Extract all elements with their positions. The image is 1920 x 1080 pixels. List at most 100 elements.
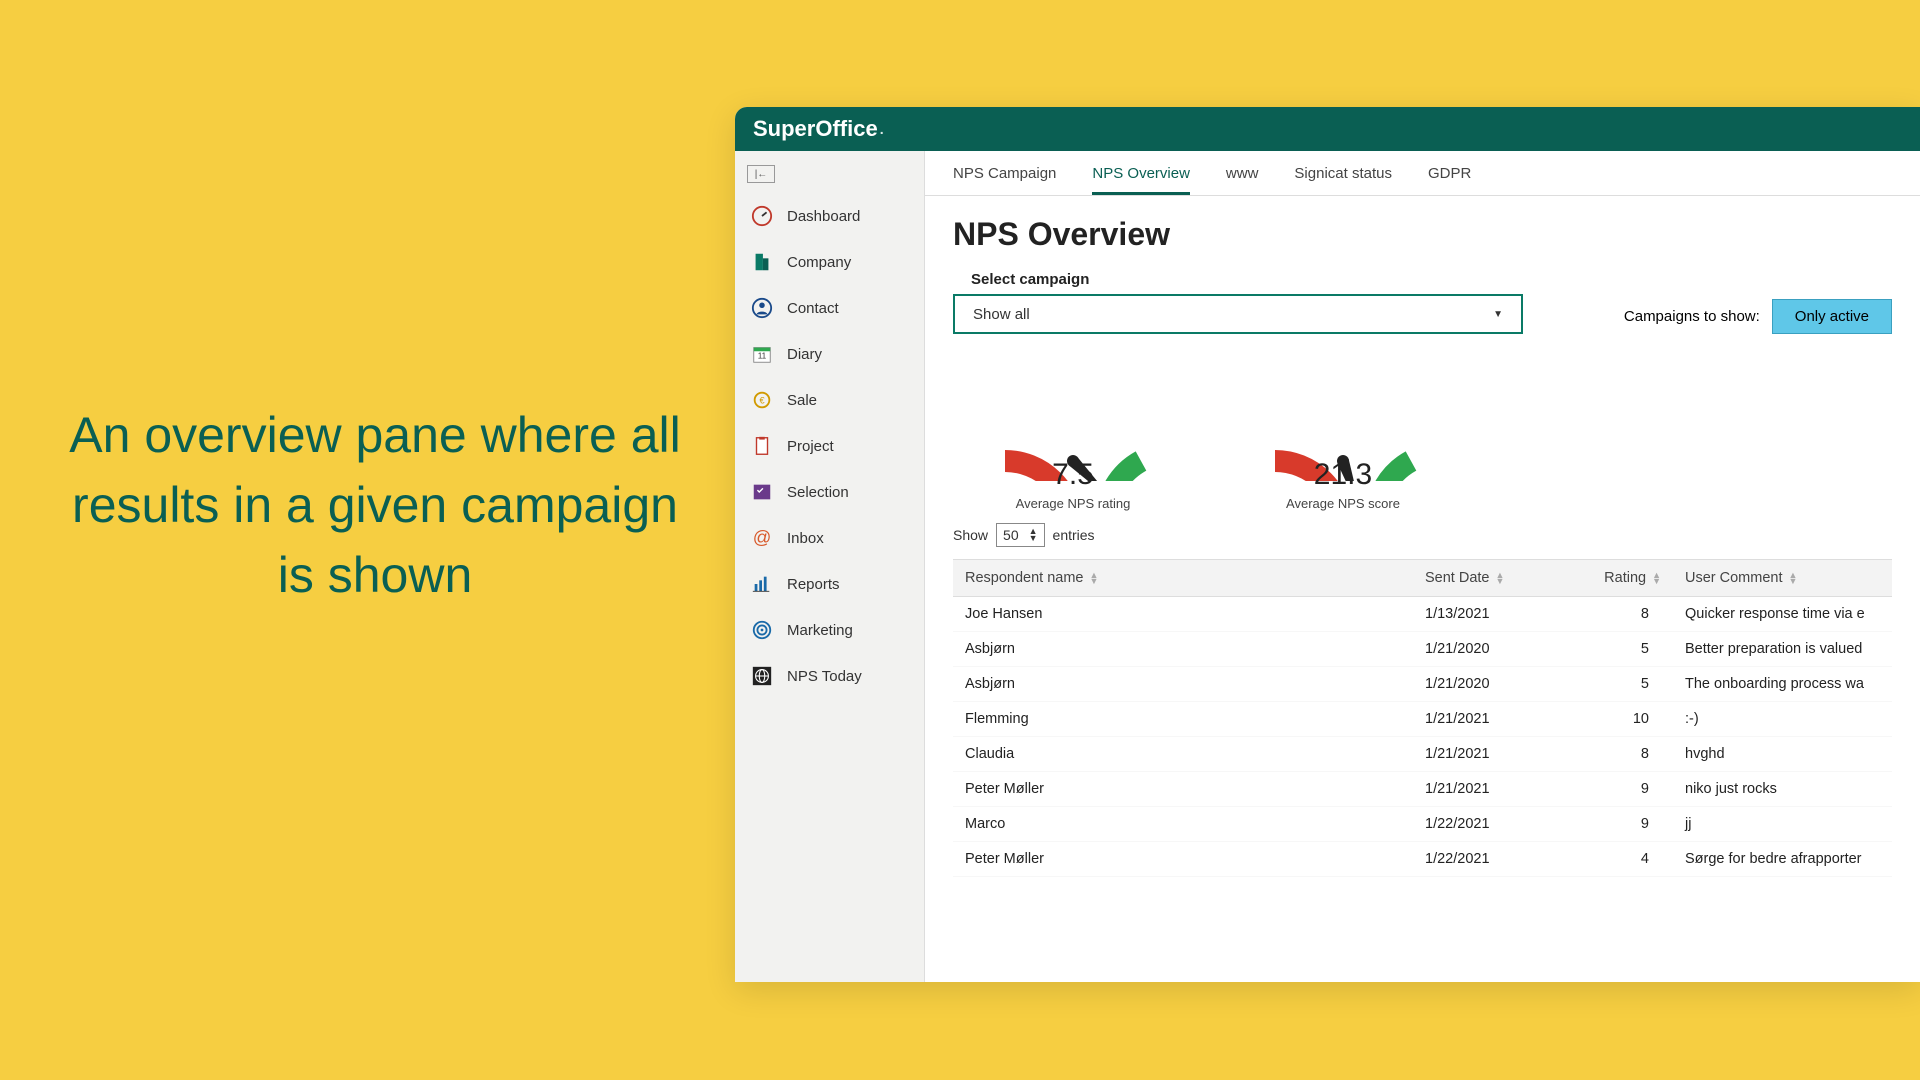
show-entries-prefix: Show xyxy=(953,527,988,543)
calendar-icon: 11 xyxy=(751,343,773,365)
sidebar-item-contact[interactable]: Contact xyxy=(735,285,924,331)
cell-date: 1/21/2020 xyxy=(1413,667,1583,702)
cell-date: 1/22/2021 xyxy=(1413,807,1583,842)
only-active-button[interactable]: Only active xyxy=(1772,299,1892,334)
sidebar-item-inbox[interactable]: @ Inbox xyxy=(735,515,924,561)
cell-comment: hvghd xyxy=(1673,737,1892,772)
column-header-respondent-name[interactable]: Respondent name▲▼ xyxy=(953,560,1413,597)
show-entries-suffix: entries xyxy=(1053,527,1095,543)
cell-comment: Quicker response time via e xyxy=(1673,597,1892,632)
cell-rating: 9 xyxy=(1583,772,1673,807)
cell-name: Asbjørn xyxy=(953,667,1413,702)
gauge-label: Average NPS rating xyxy=(983,496,1163,511)
column-header-rating[interactable]: Rating▲▼ xyxy=(1583,560,1673,597)
sidebar-item-label: Selection xyxy=(787,484,849,501)
cell-name: Flemming xyxy=(953,702,1413,737)
stepper-arrows-icon: ▲▼ xyxy=(1029,528,1038,542)
sidebar: |← Dashboard Company Contact 11 Diary € Sale Pr… xyxy=(735,151,925,982)
cell-date: 1/21/2021 xyxy=(1413,737,1583,772)
sidebar-item-label: Marketing xyxy=(787,622,853,639)
tab-signicat-status[interactable]: Signicat status xyxy=(1294,165,1392,195)
building-icon xyxy=(751,251,773,273)
checklist-icon xyxy=(751,481,773,503)
cell-rating: 9 xyxy=(1583,807,1673,842)
svg-text:@: @ xyxy=(753,527,772,548)
sidebar-item-sale[interactable]: € Sale xyxy=(735,377,924,423)
at-icon: @ xyxy=(751,527,773,549)
sort-icon: ▲▼ xyxy=(1496,572,1505,585)
select-campaign-label: Select campaign xyxy=(971,271,1523,288)
entries-count-select[interactable]: 50 ▲▼ xyxy=(996,523,1045,547)
app-window: SuperOffice. |← Dashboard Company Contact 1… xyxy=(735,107,1920,982)
sidebar-item-dashboard[interactable]: Dashboard xyxy=(735,193,924,239)
sidebar-item-company[interactable]: Company xyxy=(735,239,924,285)
cell-date: 1/21/2021 xyxy=(1413,702,1583,737)
sidebar-item-nps-today[interactable]: NPS Today xyxy=(735,653,924,699)
tab-gdpr[interactable]: GDPR xyxy=(1428,165,1471,195)
brand-logo-text: SuperOffice xyxy=(753,116,878,142)
sidebar-collapse-button[interactable]: |← xyxy=(747,165,775,183)
cell-name: Joe Hansen xyxy=(953,597,1413,632)
chevron-down-icon: ▼ xyxy=(1493,309,1503,320)
entries-count-value: 50 xyxy=(1003,527,1019,543)
cell-rating: 5 xyxy=(1583,667,1673,702)
gauge-average-nps-score: 21.3Average NPS score xyxy=(1253,366,1433,511)
brand-dot: . xyxy=(880,121,884,137)
sidebar-item-reports[interactable]: Reports xyxy=(735,561,924,607)
cell-name: Peter Møller xyxy=(953,772,1413,807)
cell-date: 1/13/2021 xyxy=(1413,597,1583,632)
gauge-average-nps-rating: 7.5Average NPS rating xyxy=(983,366,1163,511)
cell-date: 1/21/2020 xyxy=(1413,632,1583,667)
sidebar-item-label: Company xyxy=(787,254,851,271)
sidebar-item-diary[interactable]: 11 Diary xyxy=(735,331,924,377)
table-row[interactable]: Flemming1/21/202110:-) xyxy=(953,702,1892,737)
tab-www[interactable]: www xyxy=(1226,165,1259,195)
sort-icon: ▲▼ xyxy=(1090,572,1099,585)
table-row[interactable]: Joe Hansen1/13/20218Quicker response tim… xyxy=(953,597,1892,632)
cell-name: Marco xyxy=(953,807,1413,842)
target-icon xyxy=(751,619,773,641)
coin-icon: € xyxy=(751,389,773,411)
select-campaign-dropdown[interactable]: Show all ▼ xyxy=(953,294,1523,334)
main-area: NPS Campaign NPS Overview www Signicat stat… xyxy=(925,151,1920,982)
titlebar: SuperOffice. xyxy=(735,107,1920,151)
cell-comment: niko just rocks xyxy=(1673,772,1892,807)
cell-name: Asbjørn xyxy=(953,632,1413,667)
tab-nps-campaign[interactable]: NPS Campaign xyxy=(953,165,1056,195)
tab-bar: NPS Campaign NPS Overview www Signicat stat… xyxy=(925,151,1920,196)
cell-name: Peter Møller xyxy=(953,842,1413,877)
column-header-user-comment[interactable]: User Comment▲▼ xyxy=(1673,560,1892,597)
table-row[interactable]: Peter Møller1/21/20219niko just rocks xyxy=(953,772,1892,807)
sidebar-item-label: Contact xyxy=(787,300,839,317)
column-header-sent-date[interactable]: Sent Date▲▼ xyxy=(1413,560,1583,597)
barchart-icon xyxy=(751,573,773,595)
cell-comment: Better preparation is valued xyxy=(1673,632,1892,667)
svg-text:11: 11 xyxy=(758,352,767,361)
sidebar-item-project[interactable]: Project xyxy=(735,423,924,469)
sidebar-item-label: Sale xyxy=(787,392,817,409)
cell-date: 1/22/2021 xyxy=(1413,842,1583,877)
sidebar-item-label: Project xyxy=(787,438,834,455)
gauge-label: Average NPS score xyxy=(1253,496,1433,511)
sidebar-item-label: NPS Today xyxy=(787,668,862,685)
sidebar-item-marketing[interactable]: Marketing xyxy=(735,607,924,653)
table-row[interactable]: Marco1/22/20219jj xyxy=(953,807,1892,842)
sidebar-item-selection[interactable]: Selection xyxy=(735,469,924,515)
cell-comment: The onboarding process wa xyxy=(1673,667,1892,702)
table-row[interactable]: Asbjørn1/21/20205Better preparation is v… xyxy=(953,632,1892,667)
sidebar-item-label: Diary xyxy=(787,346,822,363)
tab-nps-overview[interactable]: NPS Overview xyxy=(1092,165,1190,195)
cell-comment: Sørge for bedre afrapporter xyxy=(1673,842,1892,877)
table-row[interactable]: Asbjørn1/21/20205The onboarding process … xyxy=(953,667,1892,702)
cell-comment: jj xyxy=(1673,807,1892,842)
svg-text:€: € xyxy=(759,396,764,406)
sidebar-item-label: Inbox xyxy=(787,530,824,547)
sidebar-item-label: Reports xyxy=(787,576,840,593)
table-row[interactable]: Peter Møller1/22/20214Sørge for bedre af… xyxy=(953,842,1892,877)
table-row[interactable]: Claudia1/21/20218hvghd xyxy=(953,737,1892,772)
clipboard-icon xyxy=(751,435,773,457)
gauge-icon xyxy=(751,205,773,227)
cell-rating: 8 xyxy=(1583,737,1673,772)
results-table: Respondent name▲▼Sent Date▲▼Rating▲▼User… xyxy=(953,559,1892,877)
cell-name: Claudia xyxy=(953,737,1413,772)
